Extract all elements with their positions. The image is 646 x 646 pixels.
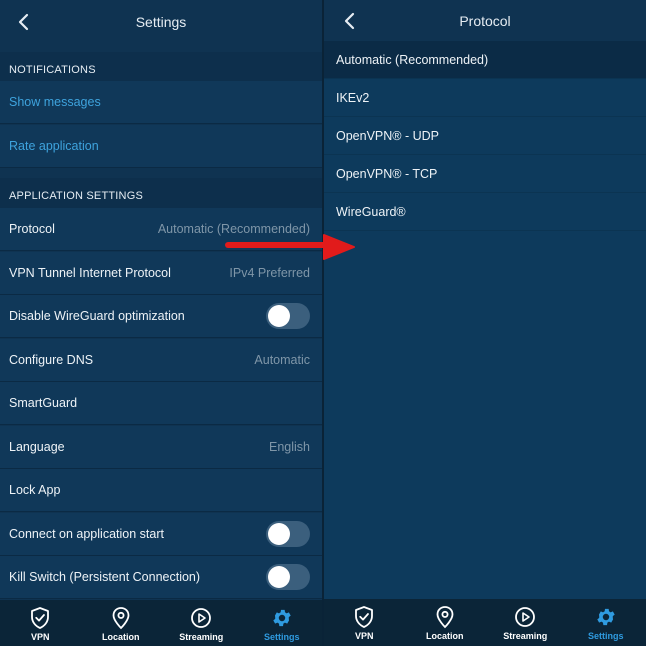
play-circle-icon bbox=[515, 607, 536, 627]
tab-settings[interactable]: Settings bbox=[242, 600, 323, 646]
tab-streaming[interactable]: Streaming bbox=[161, 600, 242, 646]
shield-check-icon bbox=[31, 607, 50, 629]
tab-settings-label: Settings bbox=[587, 631, 624, 641]
protocol-option-label: OpenVPN® - UDP bbox=[336, 128, 439, 143]
protocol-header: Protocol bbox=[324, 0, 646, 41]
configure-dns-label: Configure DNS bbox=[9, 353, 94, 367]
tab-vpn[interactable]: VPN bbox=[0, 600, 81, 646]
connect-on-start-row: Connect on application start bbox=[0, 513, 322, 556]
location-pin-icon bbox=[436, 606, 454, 629]
tab-vpn-label: VPN bbox=[354, 631, 374, 641]
show-messages-row[interactable]: Show messages bbox=[0, 81, 322, 124]
chevron-left-icon bbox=[18, 13, 29, 31]
rate-application-row[interactable]: Rate application bbox=[0, 125, 322, 168]
tab-streaming-label: Streaming bbox=[179, 632, 224, 642]
tab-bar: VPN Location Streaming Settings bbox=[324, 599, 646, 646]
connect-on-start-toggle[interactable] bbox=[266, 521, 310, 547]
tab-location[interactable]: Location bbox=[405, 599, 486, 646]
language-row[interactable]: Language English bbox=[0, 426, 322, 469]
location-pin-icon bbox=[112, 607, 130, 630]
tab-bar: VPN Location Streaming Settings bbox=[0, 600, 322, 646]
toggle-knob bbox=[268, 523, 290, 545]
tab-settings-label: Settings bbox=[263, 632, 300, 642]
gear-icon bbox=[273, 609, 291, 627]
protocol-option-openvpn-udp[interactable]: OpenVPN® - UDP bbox=[324, 117, 646, 155]
language-label: Language bbox=[9, 440, 65, 454]
protocol-option-label: WireGuard® bbox=[336, 204, 406, 219]
protocol-option-label: Automatic (Recommended) bbox=[336, 52, 489, 67]
protocol-row[interactable]: Protocol Automatic (Recommended) bbox=[0, 208, 322, 251]
vpn-tunnel-protocol-value: IPv4 Preferred bbox=[229, 266, 310, 280]
smartguard-row[interactable]: SmartGuard bbox=[0, 382, 322, 425]
page-title: Protocol bbox=[459, 12, 511, 29]
play-circle-icon bbox=[191, 608, 212, 628]
toggle-knob bbox=[268, 305, 290, 327]
tab-location[interactable]: Location bbox=[81, 600, 162, 646]
show-messages-label: Show messages bbox=[9, 95, 101, 109]
protocol-panel: Protocol Automatic (Recommended) IKEv2 O… bbox=[324, 0, 646, 646]
smartguard-label: SmartGuard bbox=[9, 396, 78, 410]
protocol-label: Protocol bbox=[9, 222, 55, 236]
chevron-left-icon bbox=[344, 12, 355, 30]
protocol-option-wireguard[interactable]: WireGuard® bbox=[324, 193, 646, 231]
kill-switch-row: Kill Switch (Persistent Connection) bbox=[0, 556, 322, 599]
protocol-option-openvpn-tcp[interactable]: OpenVPN® - TCP bbox=[324, 155, 646, 193]
tab-location-label: Location bbox=[426, 631, 464, 641]
kill-switch-label: Kill Switch (Persistent Connection) bbox=[9, 570, 201, 584]
connect-on-start-label: Connect on application start bbox=[9, 527, 164, 541]
disable-wireguard-optimization-toggle[interactable] bbox=[266, 303, 310, 329]
back-button[interactable] bbox=[14, 12, 32, 32]
vpn-tunnel-protocol-row[interactable]: VPN Tunnel Internet Protocol IPv4 Prefer… bbox=[0, 252, 322, 295]
protocol-option-ikev2[interactable]: IKEv2 bbox=[324, 79, 646, 117]
tab-streaming-label: Streaming bbox=[503, 631, 548, 641]
disable-wireguard-optimization-label: Disable WireGuard optimization bbox=[9, 309, 185, 323]
shield-check-icon bbox=[355, 606, 374, 628]
protocol-value: Automatic (Recommended) bbox=[157, 222, 310, 236]
tab-vpn[interactable]: VPN bbox=[324, 599, 405, 646]
settings-panel: Settings NOTIFICATIONS Show messages Rat… bbox=[0, 0, 322, 646]
back-button[interactable] bbox=[340, 11, 358, 31]
tab-location-label: Location bbox=[102, 632, 140, 642]
tab-vpn-label: VPN bbox=[30, 632, 50, 642]
language-value: English bbox=[269, 440, 310, 454]
settings-header: Settings bbox=[0, 0, 322, 44]
tab-streaming[interactable]: Streaming bbox=[485, 599, 566, 646]
protocol-option-label: OpenVPN® - TCP bbox=[336, 166, 438, 181]
lock-app-label: Lock App bbox=[9, 483, 61, 497]
rate-application-label: Rate application bbox=[9, 139, 99, 153]
lock-app-row[interactable]: Lock App bbox=[0, 469, 322, 512]
toggle-knob bbox=[268, 566, 290, 588]
page-title: Settings bbox=[135, 14, 187, 30]
kill-switch-toggle[interactable] bbox=[266, 564, 310, 590]
protocol-option-label: IKEv2 bbox=[336, 90, 370, 105]
tab-settings[interactable]: Settings bbox=[566, 599, 646, 646]
vpn-tunnel-protocol-label: VPN Tunnel Internet Protocol bbox=[9, 266, 171, 280]
protocol-option-automatic[interactable]: Automatic (Recommended) bbox=[324, 41, 646, 79]
configure-dns-row[interactable]: Configure DNS Automatic bbox=[0, 339, 322, 382]
disable-wireguard-optimization-row: Disable WireGuard optimization bbox=[0, 295, 322, 338]
configure-dns-value: Automatic bbox=[254, 353, 310, 367]
gear-icon bbox=[597, 608, 615, 626]
